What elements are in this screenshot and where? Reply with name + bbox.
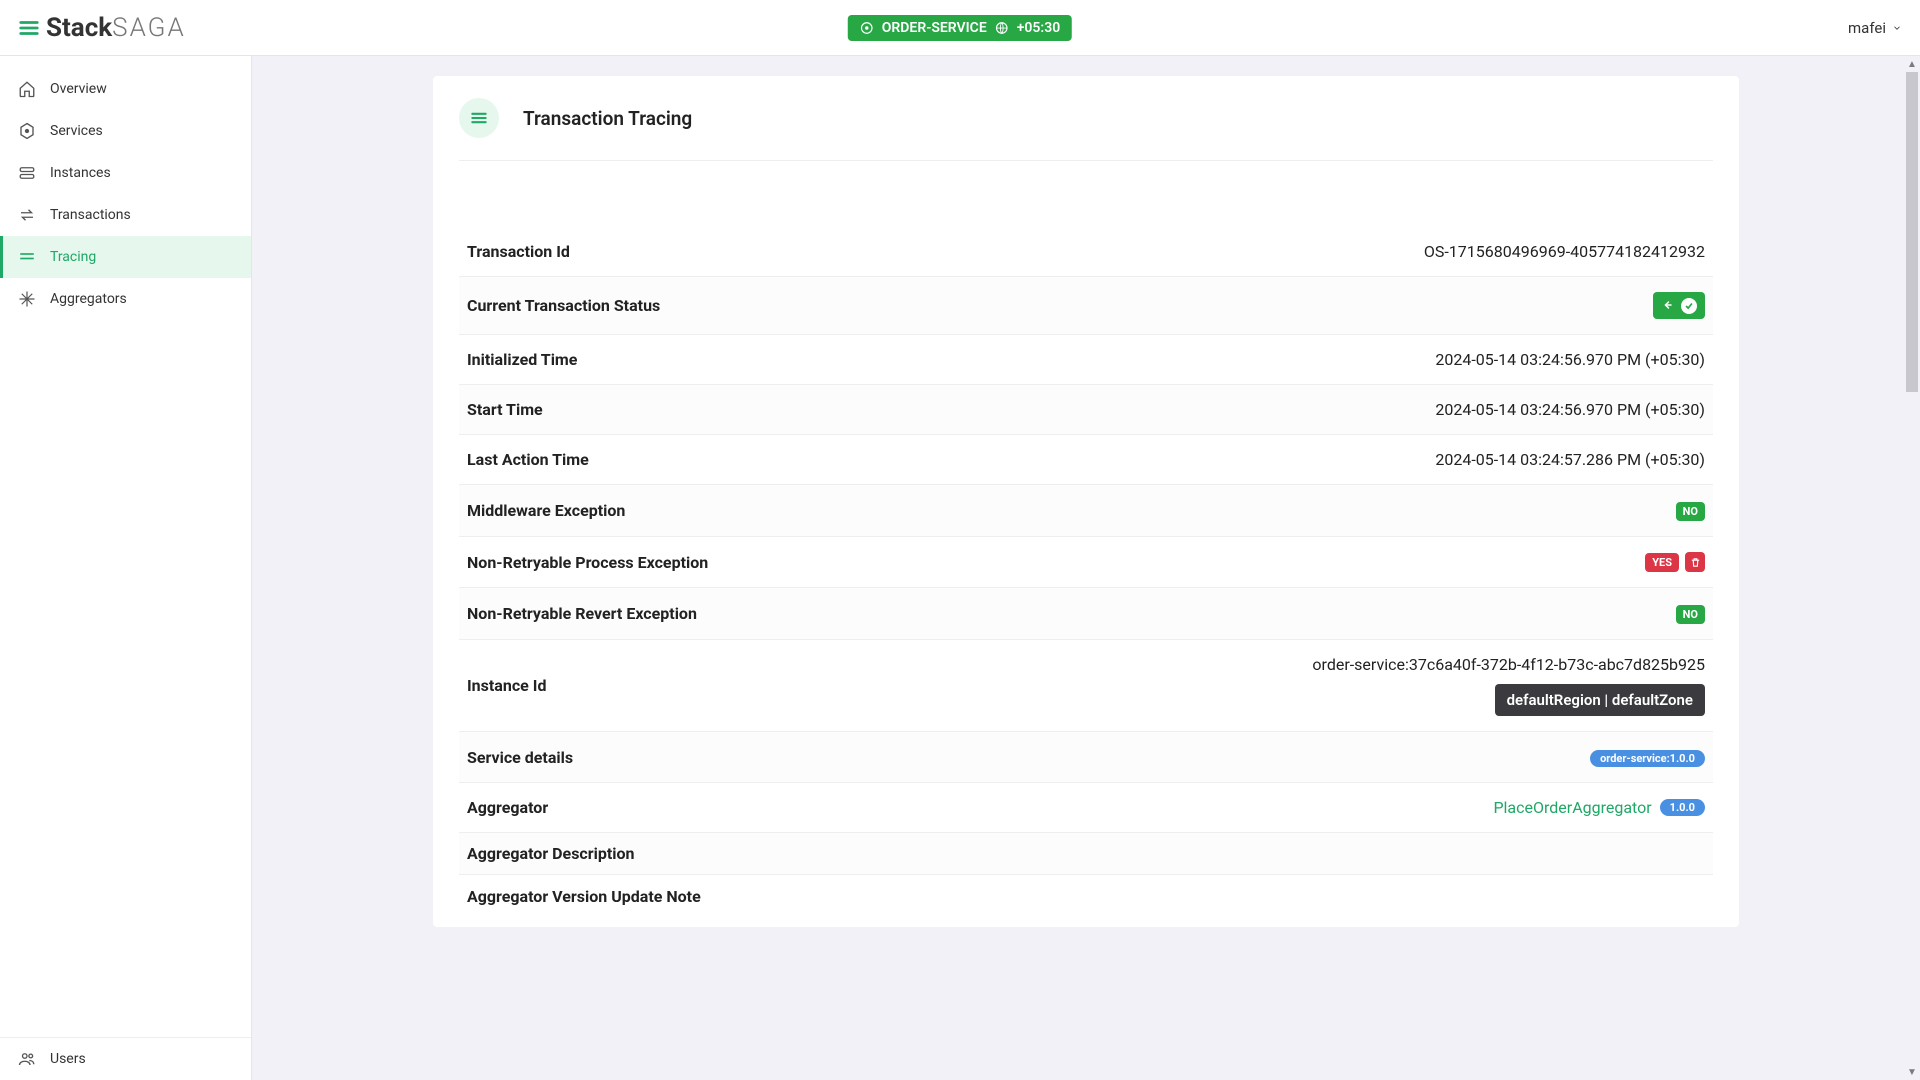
hex-icon [18, 122, 36, 140]
sidebar-item-label: Transactions [50, 207, 131, 223]
page-title: Transaction Tracing [523, 107, 692, 130]
service-name: ORDER-SERVICE [882, 20, 987, 36]
status-badge [1653, 292, 1705, 319]
row-aggregator-note: Aggregator Version Update Note [459, 875, 1713, 917]
label: Non-Retryable Revert Exception [467, 604, 697, 623]
brand-saga: SAGA [112, 13, 186, 43]
top-bar: StackSAGA ORDER-SERVICE +05:30 mafei [0, 0, 1920, 56]
sidebar-item-aggregators[interactable]: Aggregators [0, 278, 251, 320]
sidebar: Overview Services Instances Transactions… [0, 56, 252, 1080]
label: Service details [467, 748, 573, 767]
scrollbar-thumb[interactable] [1906, 72, 1918, 392]
users-icon [18, 1050, 36, 1068]
yes-badge: YES [1645, 553, 1679, 572]
row-aggregator: Aggregator PlaceOrderAggregator 1.0.0 [459, 783, 1713, 833]
logo-mark-icon [18, 17, 40, 39]
sidebar-item-label: Tracing [50, 249, 96, 265]
sidebar-item-overview[interactable]: Overview [0, 68, 251, 110]
value: 2024-05-14 03:24:56.970 PM (+05:30) [1435, 400, 1705, 419]
value: 2024-05-14 03:24:57.286 PM (+05:30) [1435, 450, 1705, 469]
region-chip: defaultRegion | defaultZone [1495, 684, 1705, 716]
sidebar-item-instances[interactable]: Instances [0, 152, 251, 194]
sidebar-item-services[interactable]: Services [0, 110, 251, 152]
instance-value: order-service:37c6a40f-372b-4f12-b73c-ab… [1312, 655, 1705, 674]
detail-rows: Transaction Id OS-1715680496969-40577418… [459, 227, 1713, 917]
server-icon [18, 164, 36, 182]
label: Aggregator Description [467, 844, 635, 863]
scroll-up-arrow[interactable]: ▲ [1904, 56, 1920, 72]
row-status: Current Transaction Status [459, 277, 1713, 335]
value: OS-1715680496969-405774182412932 [1424, 242, 1705, 261]
trash-icon[interactable] [1685, 552, 1705, 572]
row-mw-exception: Middleware Exception NO [459, 485, 1713, 537]
scroll-down-arrow[interactable]: ▼ [1904, 1064, 1920, 1080]
label: Aggregator Version Update Note [467, 887, 701, 906]
value: 2024-05-14 03:24:56.970 PM (+05:30) [1435, 350, 1705, 369]
label: Middleware Exception [467, 501, 625, 520]
label: Non-Retryable Process Exception [467, 553, 708, 572]
label: Last Action Time [467, 450, 589, 469]
user-name: mafei [1848, 19, 1886, 37]
row-nrr-exception: Non-Retryable Revert Exception NO [459, 588, 1713, 640]
version-badge: 1.0.0 [1660, 799, 1705, 816]
sidebar-item-transactions[interactable]: Transactions [0, 194, 251, 236]
card-header: Transaction Tracing [459, 98, 1713, 161]
globe-icon [995, 21, 1009, 35]
brand-logo[interactable]: StackSAGA [18, 13, 186, 43]
scrollbar[interactable]: ▲ ▼ [1904, 56, 1920, 1080]
row-start-time: Start Time 2024-05-14 03:24:56.970 PM (+… [459, 385, 1713, 435]
row-nrp-exception: Non-Retryable Process Exception YES [459, 537, 1713, 588]
label: Current Transaction Status [467, 296, 660, 315]
no-badge: NO [1676, 502, 1705, 521]
label: Instance Id [467, 676, 546, 695]
sidebar-item-users[interactable]: Users [0, 1038, 251, 1080]
sidebar-item-label: Instances [50, 165, 111, 181]
menu-icon[interactable] [459, 98, 499, 138]
user-menu[interactable]: mafei [1848, 19, 1902, 37]
tracing-card: Transaction Tracing Transaction Id OS-17… [433, 76, 1739, 927]
main-content: Transaction Tracing Transaction Id OS-17… [252, 56, 1920, 1080]
snowflake-icon [18, 290, 36, 308]
row-service-details: Service details order-service:1.0.0 [459, 732, 1713, 783]
label: Aggregator [467, 798, 548, 817]
chevron-down-icon [1892, 19, 1902, 37]
sidebar-item-label: Users [50, 1051, 86, 1067]
row-transaction-id: Transaction Id OS-1715680496969-40577418… [459, 227, 1713, 277]
row-instance-id: Instance Id order-service:37c6a40f-372b-… [459, 640, 1713, 732]
sidebar-item-tracing[interactable]: Tracing [0, 236, 251, 278]
service-indicator: ORDER-SERVICE +05:30 [848, 15, 1072, 41]
sidebar-item-label: Overview [50, 81, 107, 97]
lines-icon [18, 248, 36, 266]
service-badge: order-service:1.0.0 [1590, 750, 1705, 767]
swap-icon [18, 206, 36, 224]
row-init-time: Initialized Time 2024-05-14 03:24:56.970… [459, 335, 1713, 385]
sidebar-item-label: Services [50, 123, 103, 139]
service-pill[interactable]: ORDER-SERVICE +05:30 [848, 15, 1072, 41]
label: Start Time [467, 400, 543, 419]
label: Initialized Time [467, 350, 577, 369]
target-icon [860, 21, 874, 35]
no-badge: NO [1676, 605, 1705, 624]
label: Transaction Id [467, 242, 570, 261]
sidebar-item-label: Aggregators [50, 291, 127, 307]
row-last-time: Last Action Time 2024-05-14 03:24:57.286… [459, 435, 1713, 485]
check-circle-icon [1681, 298, 1697, 314]
home-icon [18, 80, 36, 98]
timezone: +05:30 [1017, 20, 1061, 36]
arrow-left-icon [1661, 296, 1673, 315]
row-aggregator-desc: Aggregator Description [459, 833, 1713, 875]
brand-stack: Stack [46, 13, 112, 43]
aggregator-link[interactable]: PlaceOrderAggregator [1493, 798, 1651, 817]
